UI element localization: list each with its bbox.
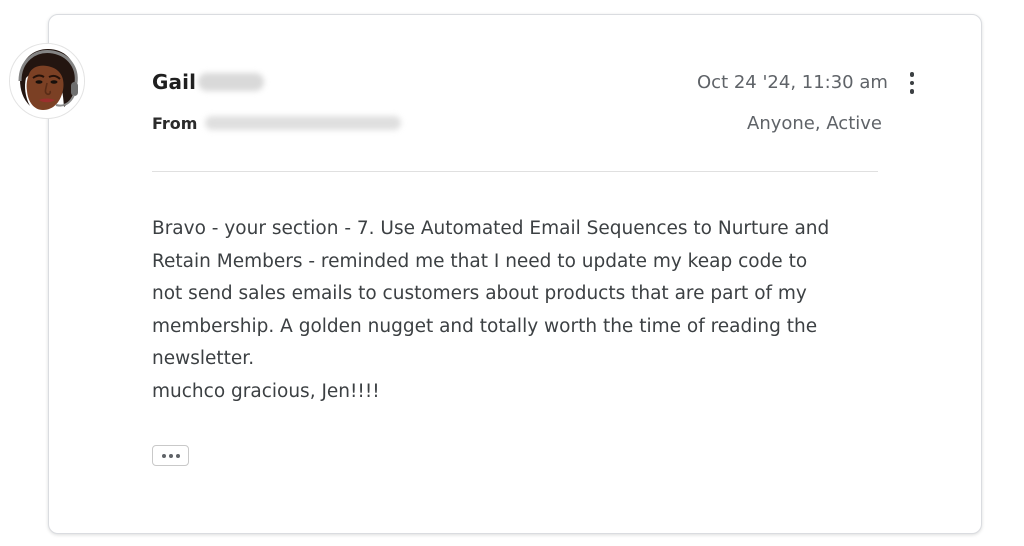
message-timestamp: Oct 24 '24, 11:30 am — [697, 72, 888, 93]
header-divider — [152, 171, 878, 172]
menu-dot-2 — [909, 80, 915, 86]
redacted-email — [205, 116, 401, 130]
menu-dot-1 — [909, 72, 915, 77]
avatar-portrait — [10, 44, 84, 118]
from-label: From — [152, 114, 198, 133]
avatar — [9, 43, 85, 119]
menu-dot-3 — [909, 89, 915, 94]
visibility-status: Anyone, Active — [747, 113, 882, 134]
message-paragraph: Bravo - your section - 7. Use Automated … — [152, 218, 830, 369]
message-body: Bravo - your section - 7. Use Automated … — [152, 213, 842, 408]
more-horizontal-icon[interactable] — [152, 445, 189, 466]
ellipsis-dot-3 — [175, 453, 180, 458]
redacted-surname — [198, 73, 264, 91]
ellipsis-dot-1 — [161, 453, 166, 458]
message-paragraph: muchco gracious, Jen!!!! — [152, 380, 380, 402]
more-vertical-icon[interactable] — [900, 68, 924, 98]
ellipsis-dot-2 — [168, 453, 173, 458]
sender-name: Gail — [152, 70, 197, 94]
